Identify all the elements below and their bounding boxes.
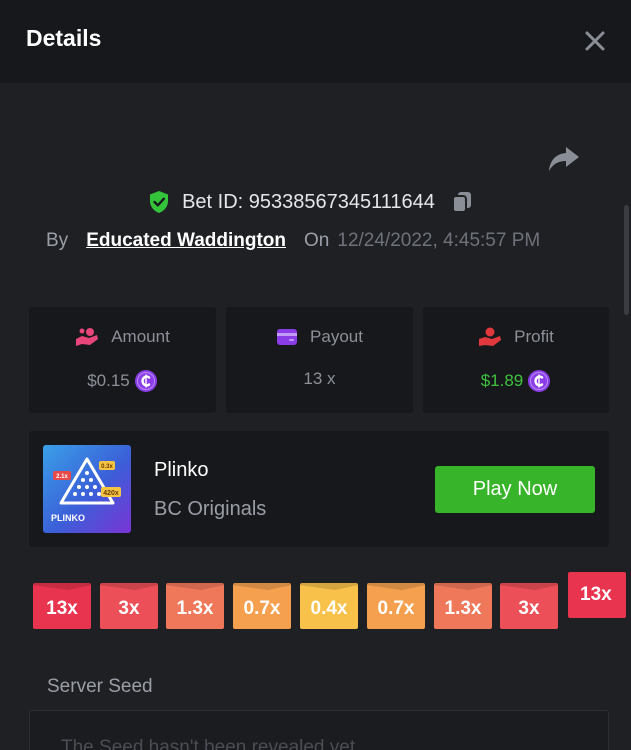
dialog-title: Details [26,25,102,51]
username-link[interactable]: Educated Waddington [86,230,286,252]
multiplier-slot: 0.7x [367,583,425,629]
close-icon [585,31,605,51]
verified-shield-icon [150,191,169,213]
payout-card: Payout 13 x [226,307,413,413]
hand-coin-icon [479,327,502,346]
thumb-badge-3: 420x [103,490,119,497]
profit-label: Profit [514,327,554,346]
multiplier-slot: 1.3x [434,583,492,629]
multiplier-slot: 1.3x [166,583,224,629]
share-icon [549,147,579,171]
by-label: By [46,230,69,251]
server-seed-label: Server Seed [47,676,153,697]
multiplier-slot: 3x [500,583,558,629]
multiplier-slot: 0.4x [300,583,358,629]
coins-hand-icon [76,328,99,346]
thumb-badge-1: 2.1x [56,474,68,480]
game-name: Plinko [154,459,209,481]
game-card: 2.1x 0.3x 420x PLINKO Plinko BC Original… [29,431,609,547]
amount-value: $0.15 [87,371,130,390]
multiplier-slot: 3x [100,583,158,629]
bet-id: Bet ID: 95338567345111644 [182,190,435,213]
thumb-badge-2: 0.3x [101,464,113,470]
dialog-header: Details [0,0,631,83]
scrollbar-thumb[interactable] [624,205,629,315]
on-label: On [304,230,330,251]
multiplier-slot-hit: 13x [568,572,626,618]
plinko-thumbnail-art: 2.1x 0.3x 420x PLINKO [43,445,131,533]
share-button[interactable] [547,144,581,174]
payout-value: 13 x [303,369,336,388]
bet-id-row: Bet ID: 95338567345111644 [0,188,631,216]
payout-label: Payout [310,327,363,346]
thumb-label: PLINKO [51,513,85,523]
profit-card: Profit $1.89 [423,307,609,413]
multiplier-slot: 13x [33,583,91,629]
close-button[interactable] [580,26,610,56]
server-seed-value: The Seed hasn't been revealed yet [61,737,356,750]
game-thumbnail[interactable]: 2.1x 0.3x 420x PLINKO [43,445,131,533]
game-provider: BC Originals [154,498,267,520]
bet-meta-row: By Educated Waddington On 12/24/2022, 4:… [46,228,540,254]
multiplier-slot: 0.7x [233,583,291,629]
profit-value: $1.89 [480,371,524,390]
wallet-icon [277,329,298,345]
coin-icon [134,370,157,392]
coin-icon [528,370,551,392]
server-seed-field: The Seed hasn't been revealed yet [29,710,609,750]
copy-icon[interactable] [451,190,473,214]
play-now-button[interactable]: Play Now [435,466,595,513]
bet-date: 12/24/2022, 4:45:57 PM [337,230,541,251]
amount-label: Amount [111,327,170,346]
amount-card: Amount $0.15 [29,307,216,413]
